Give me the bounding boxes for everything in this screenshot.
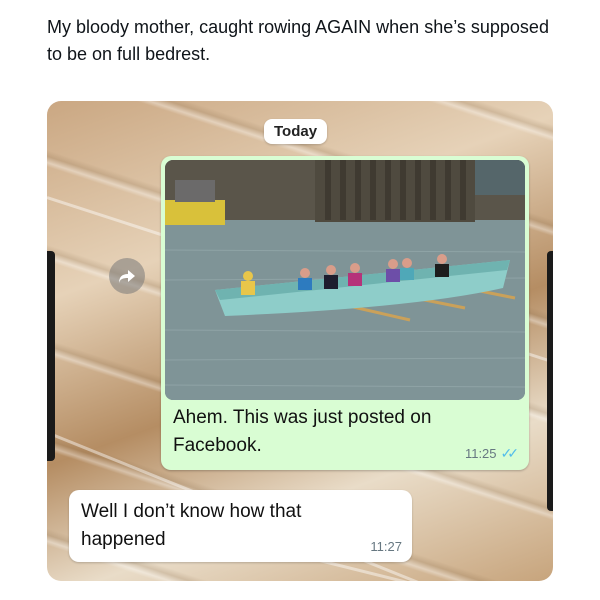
- date-chip: Today: [264, 119, 328, 144]
- outgoing-message-text: Ahem. This was just posted on Facebook.: [173, 407, 432, 456]
- phone-edge-right: [547, 251, 553, 511]
- tweet-caption: My bloody mother, caught rowing AGAIN wh…: [47, 17, 549, 64]
- incoming-message-time: 11:27: [370, 539, 402, 554]
- forward-arrow-icon: [119, 270, 135, 283]
- forward-button[interactable]: [109, 258, 145, 294]
- message-photo[interactable]: [165, 160, 525, 400]
- incoming-message-bubble[interactable]: Well I don’t know how that happened 11:2…: [69, 490, 412, 562]
- incoming-message-text: Well I don’t know how that happened: [81, 501, 302, 550]
- rowing-boat-photo: [165, 160, 525, 400]
- outgoing-message-meta: 11:25 ✓✓: [465, 445, 519, 462]
- chat-screenshot: Today Ahem. This was just posted on Face…: [47, 101, 553, 581]
- outgoing-message-bubble[interactable]: Ahem. This was just posted on Facebook. …: [161, 156, 529, 470]
- double-check-icon: ✓✓: [500, 445, 520, 461]
- outgoing-message-time: 11:25: [464, 446, 497, 461]
- phone-edge-left: [47, 251, 55, 461]
